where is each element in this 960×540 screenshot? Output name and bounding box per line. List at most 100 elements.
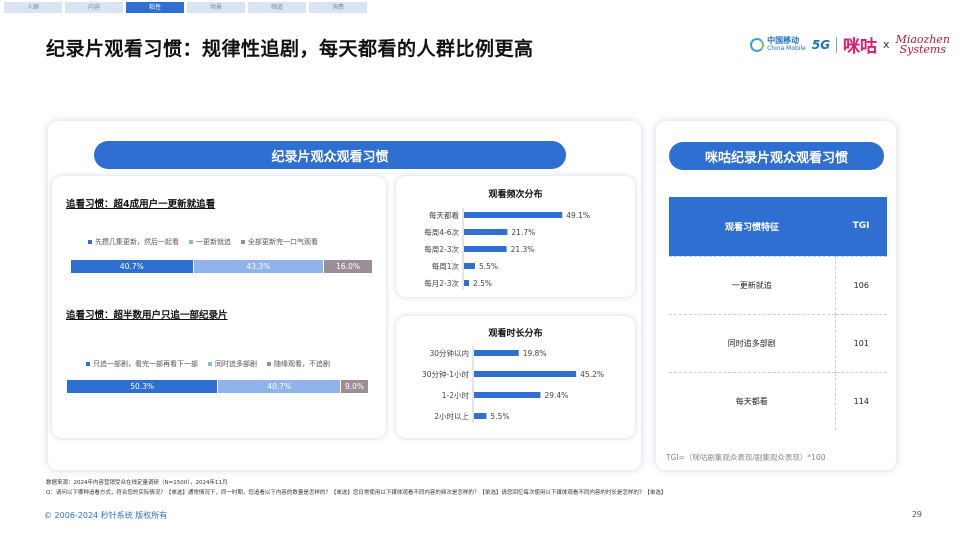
china-mobile-cn: 中国移动 [767,35,800,45]
section1-title: 追看习惯：超4成用户一更新就追看 [66,199,216,210]
table-cell-feature: 同时追多部剧 [669,313,836,372]
miaozhen-logo: Miaozhen Systems [896,34,950,56]
data-label: 19.8% [523,349,547,358]
legend-item: 先攒几集更新，然后一起看 [88,237,179,247]
bar [474,392,541,398]
tgi-note: TGI=（咪咕剧集观众表现/剧集观众表现）*100 [666,453,826,462]
table-cell-tgi: 106 [835,255,887,314]
legend-swatch [88,240,92,244]
habits-panel: 追看习惯：超4成用户一更新就追看 先攒几集更新，然后一起看 一更新就追 全部更新… [52,176,386,438]
copyright: © 2006-2024 秒针系统 版权所有 [44,511,168,520]
stacked-bar-segment: 16.0% [324,260,372,273]
bar [474,371,577,377]
tgi-table: 观看习惯特征 TGI 一更新就追 106 同时追多部剧 101 每天都看 114 [669,197,887,430]
nav-tab-scene[interactable]: 场景 [187,2,245,13]
category-label: 2小时以上 [434,411,469,421]
migu-logo: 咪咕 [843,37,878,57]
table-row: 每天都看 114 [669,371,887,430]
tgi-table-header-tgi: TGI [835,197,887,256]
stacked-bar-segment: 50.3% [67,380,218,393]
logo-divider [836,36,838,53]
logo-x: x [883,38,890,51]
section2-legend: 只追一部剧，看完一部再看下一部 同时追多部剧 随缘观看，不追剧 [86,359,330,369]
category-label: 每月2-3次 [424,278,459,288]
category-label: 每周2-3次 [424,244,459,254]
section1-legend: 先攒几集更新，然后一起看 一更新就追 全部更新完一口气观看 [88,237,318,247]
legend-item: 随缘观看，不追剧 [267,359,330,369]
frequency-chart-card: 观看频次分布 每天都看 49.1% 每周4-6次 21.7% 每周2-3次 21.3% 每周… [396,176,635,297]
china-mobile-logo: 中国移动 China Mobile [750,35,806,53]
section2-stacked-bar: 50.3% 40.7% 9.0% [67,380,368,393]
nav-tab-stickiness[interactable]: 粘性 [126,2,184,13]
data-label: 49.1% [566,211,590,220]
nav-tab-people[interactable]: 人群 [4,2,62,13]
china-mobile-icon [750,37,765,52]
legend-label: 全部更新完一口气观看 [248,238,318,246]
category-label: 1-2小时 [442,390,470,400]
table-cell-feature: 每天都看 [669,371,836,430]
stacked-bar-segment: 43.3% [193,260,324,273]
duration-chart-card: 观看时长分布 30分钟以内 19.8% 30分钟-1小时 45.2% 1-2小时 29.4… [396,316,635,438]
legend-swatch [241,240,245,244]
legend-label: 只追一部剧，看完一部再看下一部 [93,360,198,368]
category-label: 30分钟以内 [429,348,469,358]
stacked-bar-segment: 40.7% [71,260,193,273]
tgi-table-header-feature: 观看习惯特征 [669,197,836,256]
miaozhen-logo-line2: Systems [899,42,946,56]
legend-item: 全部更新完一口气观看 [241,237,318,247]
legend-item: 只追一部剧，看完一部再看下一部 [86,359,198,369]
legend-swatch [267,362,271,366]
main-card: 纪录片观众观看习惯 追看习惯：超4成用户一更新就追看 先攒几集更新，然后一起看 … [48,121,641,470]
footnote-questions: Q：请问以下哪种追看方式，符合您的实际情况？【单选】通常情况下，同一时期，您追看… [46,490,667,496]
nav-tab-channel[interactable]: 频道 [248,2,306,13]
bar [464,280,469,286]
bar [464,212,563,218]
category-label: 每天都看 [429,210,459,220]
data-label: 5.5% [479,262,498,271]
nav-tab-consumption[interactable]: 消费 [309,2,367,13]
bar [464,263,475,269]
nav-tab-content[interactable]: 内容 [65,2,123,13]
legend-swatch [86,362,90,366]
page-title: 纪录片观看习惯：规律性追剧，每天都看的人群比例更高 [46,38,534,60]
category-label: 每周4-6次 [424,227,459,237]
logo-group: 中国移动 China Mobile 5G 咪咕 x Miaozhen Syste… [750,32,950,57]
table-row: 一更新就追 106 [669,255,887,314]
china-mobile-en: China Mobile [767,44,806,52]
five-g-logo: 5G [811,37,831,52]
category-label: 每周1次 [432,261,460,271]
bar [474,350,519,356]
data-label: 45.2% [580,370,604,379]
stacked-bar-segment: 9.0% [341,380,368,393]
top-nav: 人群 内容 粘性 场景 频道 消费 [0,2,367,13]
legend-label: 随缘观看，不追剧 [274,360,330,368]
legend-item: 同时追多部剧 [208,359,257,369]
table-cell-tgi: 114 [835,371,887,430]
bar [464,246,507,252]
data-label: 2.5% [473,279,492,288]
bar [464,229,508,235]
stacked-bar-segment: 40.7% [218,380,341,393]
right-card: 咪咕纪录片观众观看习惯 观看习惯特征 TGI 一更新就追 106 同时追多部剧 … [656,121,896,470]
footnote-source: 数据来源：2024年内容营销受众在线定量调研（N=1500），2024年11月 [46,480,228,486]
table-row: 同时追多部剧 101 [669,313,887,372]
frequency-chart: 每天都看 49.1% 每周4-6次 21.7% 每周2-3次 21.3% 每周1次 5.5% 每… [424,208,590,290]
bar [474,413,487,419]
right-card-header: 咪咕纪录片观众观看习惯 [669,142,884,170]
legend-swatch [208,362,212,366]
section1-stacked-bar: 40.7% 43.3% 16.0% [71,260,372,273]
table-cell-tgi: 101 [835,313,887,372]
legend-item: 一更新就追 [189,237,231,247]
table-cell-feature: 一更新就追 [669,255,836,314]
legend-label: 一更新就追 [196,238,231,246]
page-number: 29 [911,510,922,519]
data-label: 5.5% [490,412,509,421]
main-card-header: 纪录片观众观看习惯 [94,141,566,169]
duration-chart: 30分钟以内 19.8% 30分钟-1小时 45.2% 1-2小时 29.4% 2小时以上 5… [422,346,604,423]
legend-label: 同时追多部剧 [215,360,257,368]
section2-title: 追看习惯：超半数用户只追一部纪录片 [66,310,228,321]
data-label: 29.4% [544,391,568,400]
data-label: 21.3% [511,245,535,254]
data-label: 21.7% [511,228,535,237]
legend-label: 先攒几集更新，然后一起看 [95,238,179,246]
